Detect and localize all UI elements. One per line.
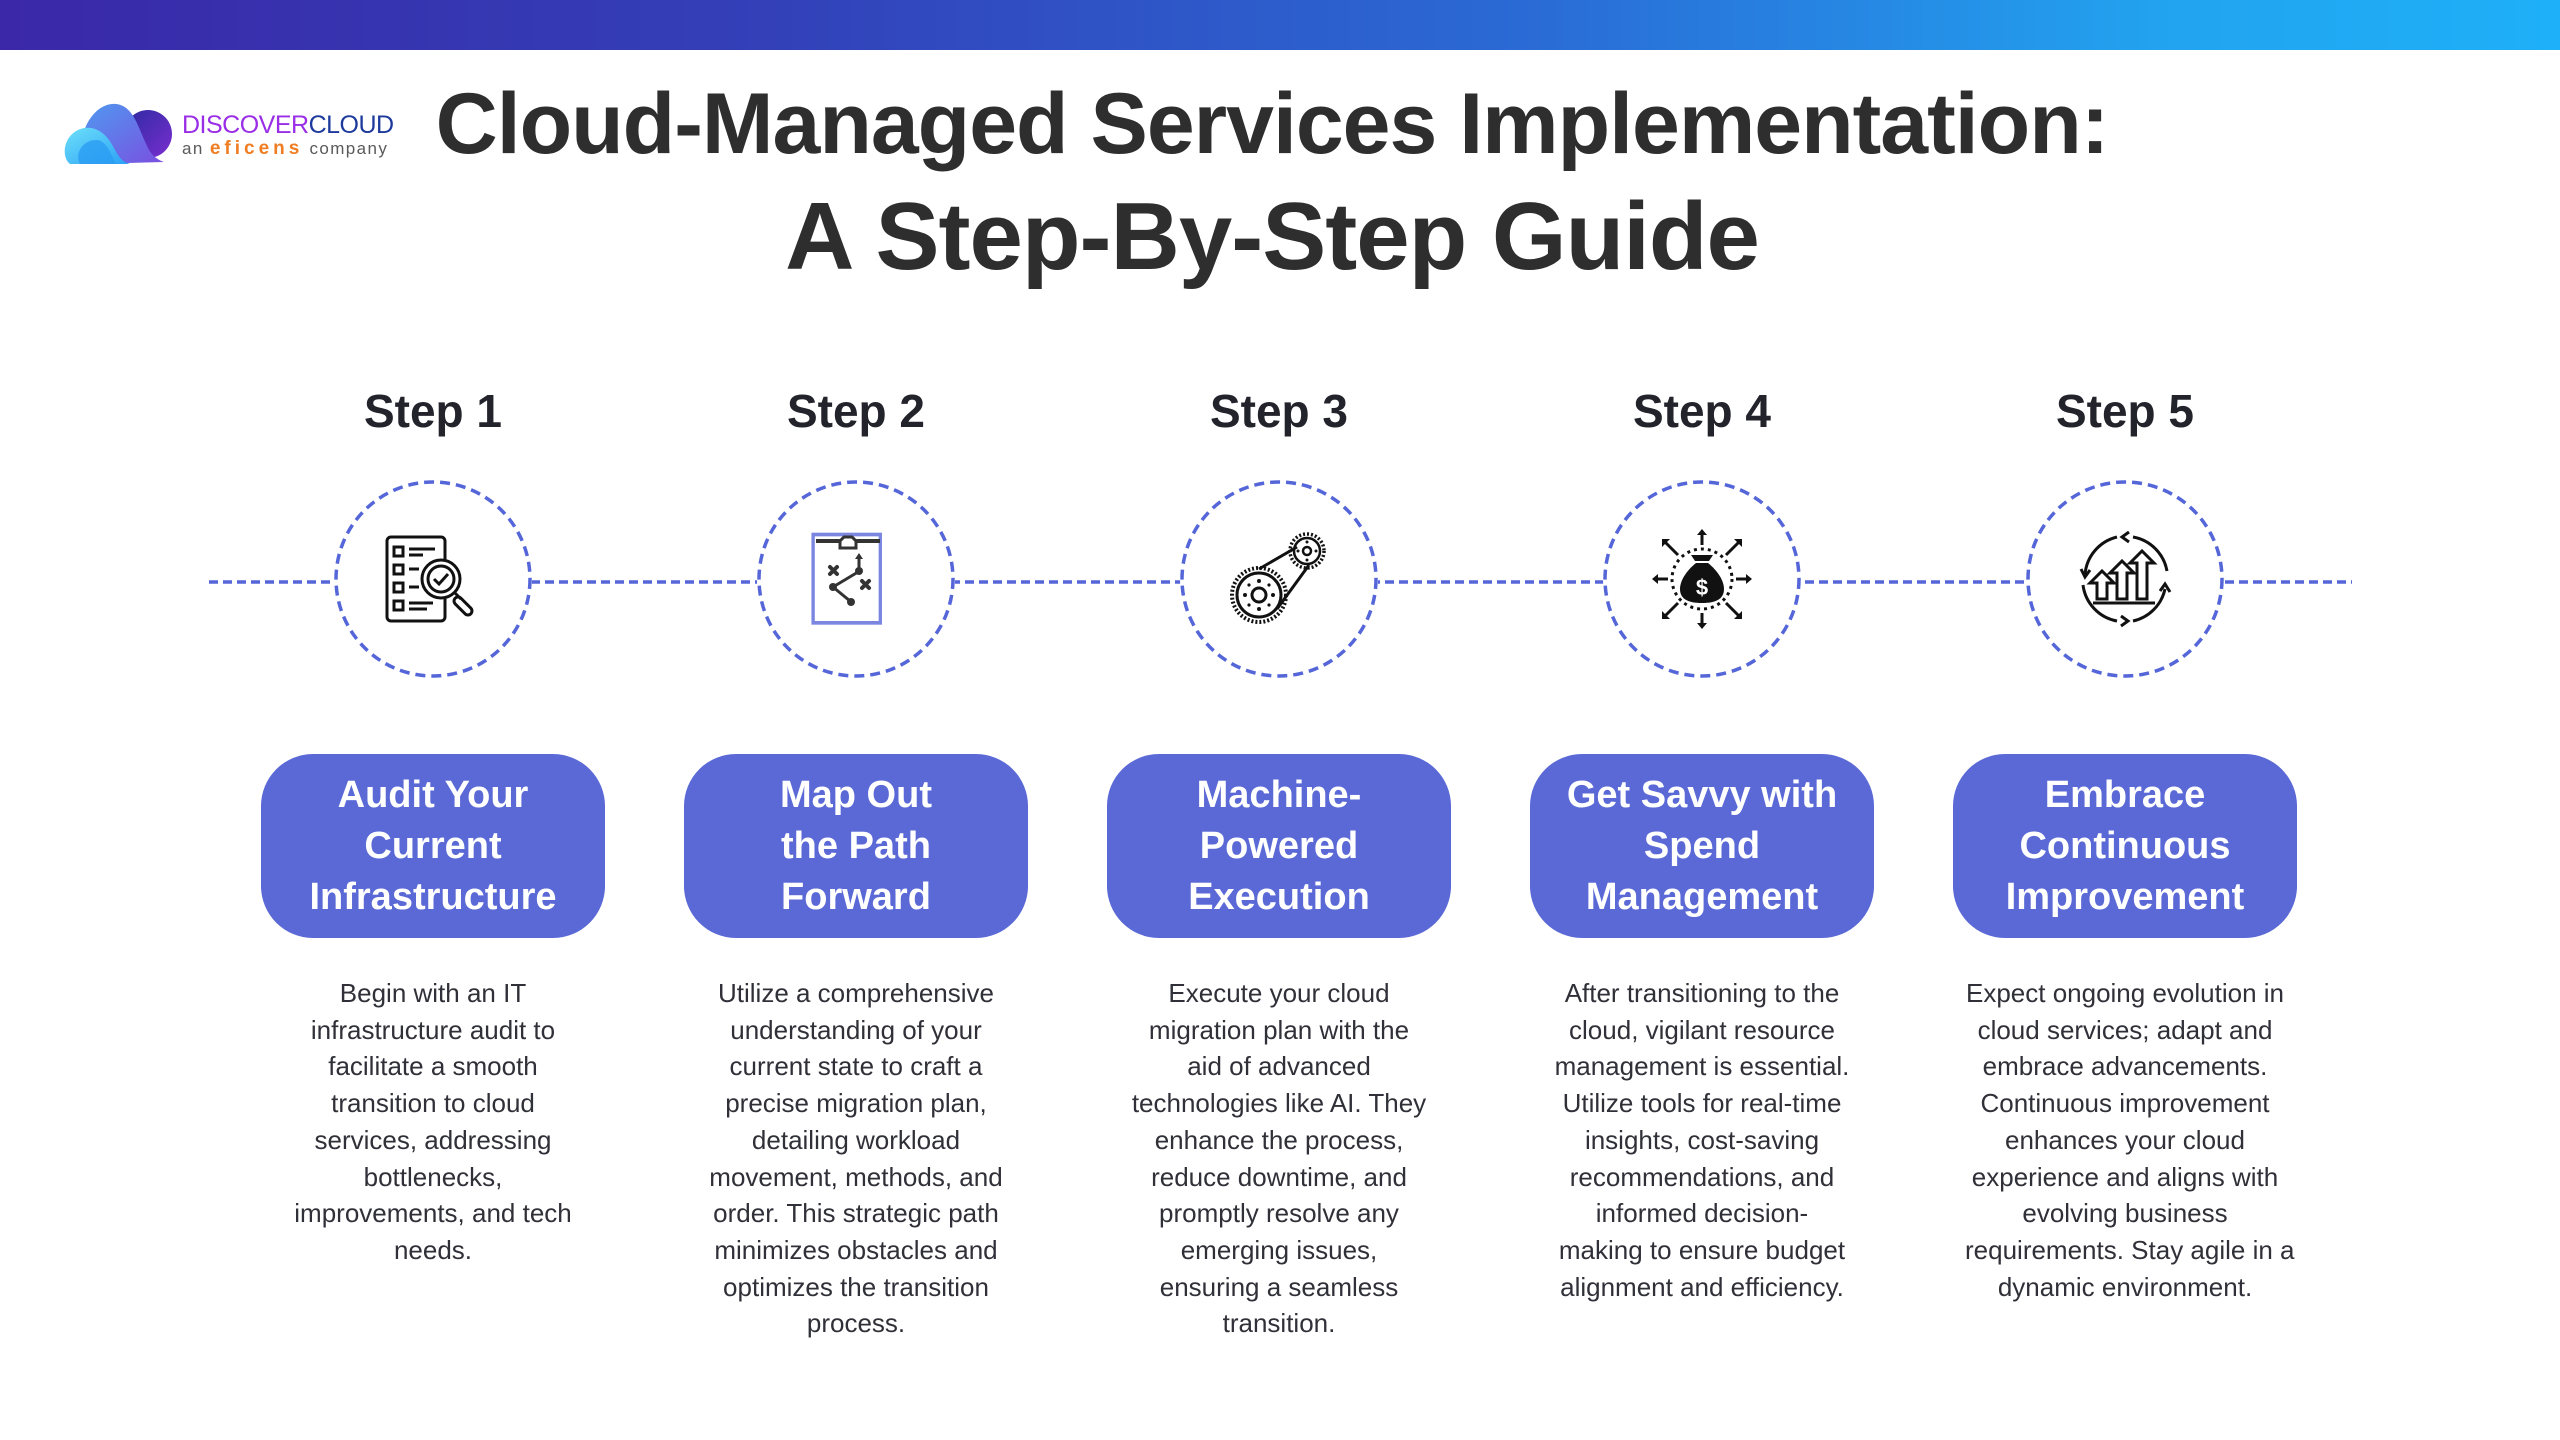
step-title-box: Audit Your Current Infrastructure (261, 754, 605, 938)
step-description: Execute your cloud migration plan with t… (1119, 975, 1439, 1342)
desc-line: dynamic environment. (1997, 1271, 2253, 1302)
step-title-box: Map Out the Path Forward (684, 754, 1028, 938)
step-title-box: Machine- Powered Execution (1107, 754, 1451, 938)
desc-line: process. (806, 1308, 906, 1339)
strategy-clipboard-icon (811, 532, 883, 625)
desc-line: Execute your cloud (1168, 978, 1390, 1008)
desc-line: Continuous improvement (1980, 1088, 2270, 1119)
desc-line: transition. (1222, 1308, 1336, 1339)
step-title-line: Current (364, 824, 502, 867)
desc-line: infrastructure audit to (310, 1014, 556, 1045)
desc-line: making to ensure budget (1558, 1234, 1846, 1265)
desc-line: management is essential. (1554, 1051, 1850, 1082)
desc-line: recommendations, and (1569, 1161, 1835, 1192)
desc-line: cloud services; adapt and (1977, 1014, 2273, 1045)
step-title-box: Get Savvy with Spend Management (1530, 754, 1874, 938)
desc-line: needs. (393, 1234, 473, 1265)
desc-line: improvements, and tech (294, 1198, 572, 1229)
desc-line: emerging issues, (1180, 1234, 1378, 1265)
step-title-line: Management (1585, 875, 1819, 918)
step-title-line: Improvement (2005, 875, 2245, 918)
desc-line: ensuring a seamless (1159, 1271, 1399, 1302)
step-label: Step 2 (786, 385, 926, 437)
desc-line: embrace advancements. (1982, 1051, 2268, 1082)
desc-line: services, addressing (314, 1124, 552, 1155)
step-title-line: Map Out (780, 773, 932, 816)
desc-line: current state to craft a (729, 1051, 983, 1082)
step-description: Utilize a comprehensive understanding of… (696, 975, 1016, 1342)
desc-line: migration plan with the (1148, 1014, 1410, 1045)
desc-line: transition to cloud (331, 1088, 535, 1119)
step-label: Step 3 (1209, 385, 1349, 437)
desc-line: evolving business (2022, 1198, 2228, 1229)
desc-line: experience and aligns with (1971, 1161, 2279, 1192)
step-title-line: Continuous (2019, 824, 2231, 867)
desc-line: detailing workload (751, 1124, 961, 1155)
desc-line: precise migration plan, (725, 1088, 987, 1119)
step-title-line: Spend (1643, 824, 1761, 867)
desc-line: promptly resolve any (1159, 1198, 1399, 1229)
desc-line: informed decision- (1595, 1198, 1809, 1229)
step-title-line: the Path (781, 824, 931, 867)
step-title-line: Audit Your (337, 773, 529, 816)
desc-line: aid of advanced (1187, 1051, 1371, 1082)
desc-line: facilitate a smooth (328, 1051, 538, 1082)
step-title-line: Embrace (2044, 773, 2206, 816)
desc-line: understanding of your (730, 1014, 982, 1045)
step-title-line: Forward (781, 875, 931, 918)
gears-belt-icon (1230, 532, 1326, 624)
step-title-line: Infrastructure (309, 875, 557, 918)
desc-line: bottlenecks, (363, 1161, 503, 1192)
desc-line: Utilize tools for real-time (1562, 1088, 1842, 1119)
step-title-line: Machine- (1196, 773, 1362, 816)
step-description: Begin with an IT infrastructure audit to… (273, 975, 593, 1269)
desc-line: reduce downtime, and (1151, 1161, 1407, 1192)
desc-line: requirements. Stay agile in a (1965, 1234, 2295, 1265)
step-title-line: Execution (1188, 875, 1370, 918)
step-description: After transitioning to the cloud, vigila… (1542, 975, 1862, 1305)
desc-line: order. This strategic path (713, 1198, 999, 1229)
money-bag-distribution-icon: $ (1652, 529, 1752, 629)
step-label: Step 1 (363, 385, 503, 437)
desc-line: technologies like AI. They (1131, 1088, 1427, 1119)
audit-checklist-magnifier-icon (385, 535, 474, 623)
step-icon-circle (757, 480, 955, 678)
desc-line: alignment and efficiency. (1560, 1271, 1844, 1302)
step-title-box: Embrace Continuous Improvement (1953, 754, 2297, 938)
desc-line: enhances your cloud (2005, 1124, 2245, 1155)
step-label: Step 4 (1632, 385, 1772, 437)
step-title-line: Get Savvy with (1566, 773, 1838, 816)
step-description: Expect ongoing evolution in cloud servic… (1965, 975, 2295, 1305)
step-label: Step 5 (2055, 385, 2195, 437)
desc-line: cloud, vigilant resource (1569, 1014, 1835, 1045)
desc-line: insights, cost-saving (1584, 1124, 1820, 1155)
step-icon-circle (1180, 480, 1378, 678)
step-icon-circle (2026, 480, 2224, 678)
desc-line: enhance the process, (1154, 1124, 1404, 1155)
desc-line: Utilize a comprehensive (717, 978, 994, 1008)
step-icon-circle (334, 480, 532, 678)
step-icon-circle: $ (1603, 480, 1801, 678)
desc-line: After transitioning to the (1564, 978, 1840, 1008)
desc-line: Expect ongoing evolution in (1965, 978, 2284, 1008)
desc-line: minimizes obstacles and (714, 1234, 998, 1265)
step-title-line: Powered (1199, 824, 1359, 867)
desc-line: optimizes the transition (723, 1271, 989, 1302)
desc-line: Begin with an IT (339, 978, 527, 1008)
svg-text:$: $ (1696, 575, 1708, 600)
desc-line: movement, methods, and (709, 1161, 1003, 1192)
growth-cycle-arrows-icon (2079, 530, 2172, 628)
